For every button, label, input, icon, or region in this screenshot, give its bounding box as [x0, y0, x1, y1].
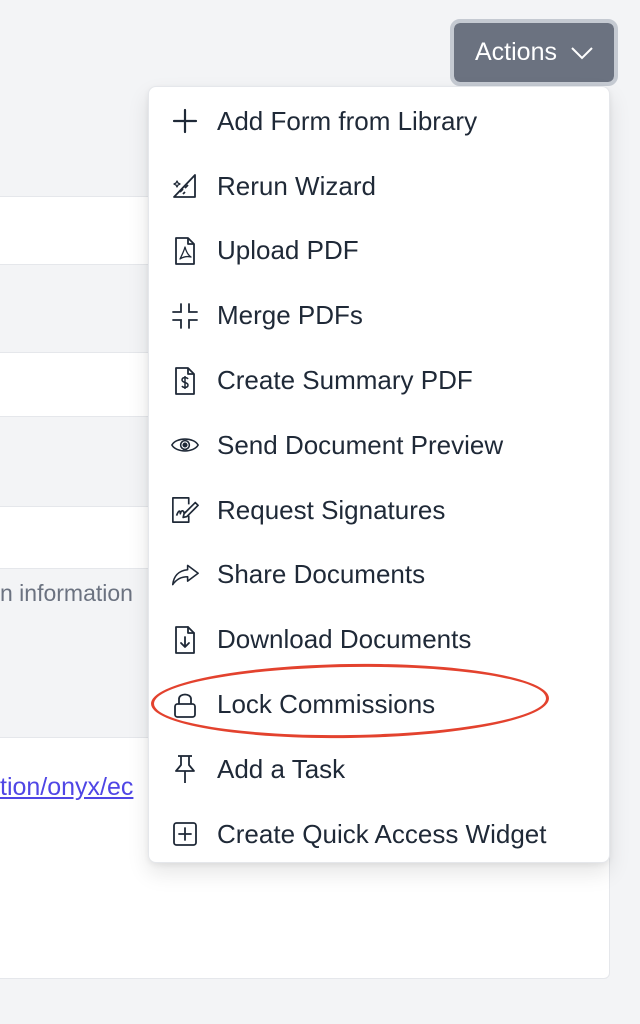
signature-icon [171, 496, 199, 524]
menu-item-lock-commissions[interactable]: Lock Commissions [149, 672, 609, 737]
document-link[interactable]: tion/onyx/ec [0, 773, 133, 802]
menu-item-share-documents[interactable]: Share Documents [149, 543, 609, 608]
menu-item-download-documents[interactable]: Download Documents [149, 607, 609, 672]
menu-item-label: Send Document Preview [217, 429, 504, 460]
menu-item-label: Create Summary PDF [217, 365, 473, 396]
chevron-down-icon [571, 46, 593, 60]
help-text: n information [0, 580, 133, 606]
actions-button[interactable]: Actions [450, 19, 618, 86]
plus-icon [171, 107, 199, 135]
eye-icon [171, 431, 199, 459]
pdf-file-icon [171, 237, 199, 265]
menu-item-add-a-task[interactable]: Add a Task [149, 737, 609, 802]
dollar-document-icon [171, 366, 199, 395]
menu-item-rerun-wizard[interactable]: Rerun Wizard [149, 154, 609, 219]
pushpin-icon [171, 755, 199, 784]
menu-item-create-summary-pdf[interactable]: Create Summary PDF [149, 348, 609, 413]
menu-item-label: Download Documents [217, 624, 472, 655]
menu-item-label: Request Signatures [217, 494, 446, 525]
menu-item-label: Upload PDF [217, 235, 359, 266]
lock-icon [171, 691, 199, 719]
menu-item-label: Rerun Wizard [217, 170, 376, 201]
menu-item-label: Merge PDFs [217, 300, 363, 331]
merge-arrows-icon [171, 302, 199, 330]
menu-item-add-form-from-library[interactable]: Add Form from Library [149, 89, 609, 154]
plus-square-icon [171, 820, 199, 848]
download-document-icon [171, 625, 199, 654]
menu-item-label: Add Form from Library [217, 105, 478, 136]
menu-item-label: Lock Commissions [217, 689, 436, 720]
actions-button-label: Actions [475, 38, 557, 66]
menu-item-label: Share Documents [217, 559, 426, 590]
menu-item-upload-pdf[interactable]: Upload PDF [149, 219, 609, 284]
menu-item-label: Add a Task [217, 753, 346, 784]
menu-item-merge-pdfs[interactable]: Merge PDFs [149, 283, 609, 348]
wizard-hat-icon [171, 172, 199, 200]
menu-item-request-signatures[interactable]: Request Signatures [149, 478, 609, 543]
share-arrow-icon [171, 561, 199, 589]
menu-item-send-document-preview[interactable]: Send Document Preview [149, 413, 609, 478]
menu-item-create-quick-access-widget[interactable]: Create Quick Access Widget [149, 802, 609, 867]
menu-item-label: Create Quick Access Widget [217, 818, 547, 849]
actions-menu: Add Form from Library Rerun Wizard Uploa… [148, 86, 610, 863]
